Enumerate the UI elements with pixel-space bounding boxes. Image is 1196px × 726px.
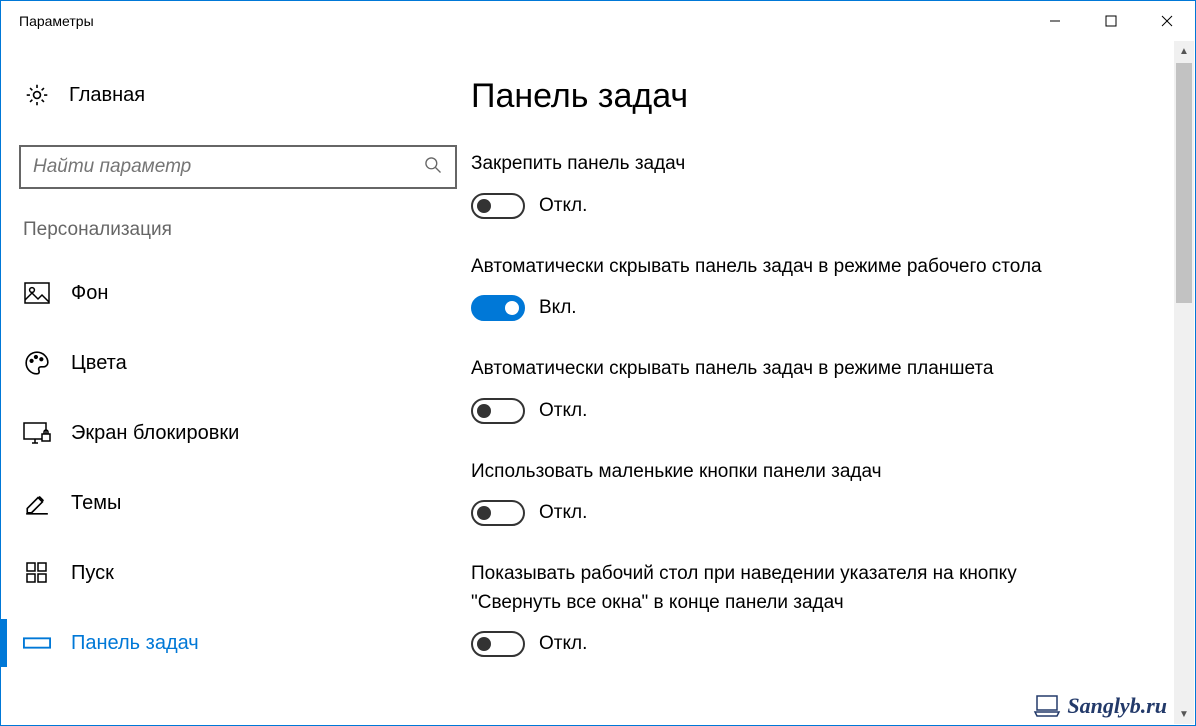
themes-icon [23, 489, 51, 517]
setting-autohide-desktop: Автоматически скрывать панель задач в ре… [471, 253, 1167, 322]
search-box[interactable] [19, 145, 457, 189]
minimize-button[interactable] [1027, 1, 1083, 41]
toggle-small-buttons[interactable] [471, 500, 525, 526]
window-controls [1027, 1, 1195, 41]
sidebar-item-label: Фон [71, 282, 108, 305]
setting-label: Автоматически скрывать панель задач в ре… [471, 355, 1101, 384]
sidebar: Главная Персонализация Фон [1, 41, 471, 725]
palette-icon [23, 349, 51, 377]
section-title: Персонализация [19, 219, 463, 241]
home-button[interactable]: Главная [19, 81, 463, 109]
toggle-state: Откл. [539, 633, 587, 655]
toggle-state: Вкл. [539, 297, 577, 319]
sidebar-item-background[interactable]: Фон [19, 263, 463, 323]
toggle-lock-taskbar[interactable] [471, 193, 525, 219]
taskbar-icon [23, 629, 51, 657]
sidebar-item-label: Панель задач [71, 632, 199, 655]
sidebar-item-label: Экран блокировки [71, 422, 239, 445]
watermark: Sanglyb.ru [1033, 693, 1167, 719]
toggle-state: Откл. [539, 400, 587, 422]
scrollbar-thumb[interactable] [1176, 63, 1192, 303]
watermark-text: Sanglyb.ru [1067, 693, 1167, 719]
monitor-lock-icon [23, 419, 51, 447]
home-label: Главная [69, 84, 145, 107]
sidebar-item-start[interactable]: Пуск [19, 543, 463, 603]
scrollbar[interactable]: ▲ ▼ [1174, 41, 1194, 724]
sidebar-item-colors[interactable]: Цвета [19, 333, 463, 393]
maximize-icon [1105, 15, 1117, 27]
start-icon [23, 559, 51, 587]
maximize-button[interactable] [1083, 1, 1139, 41]
sidebar-item-label: Пуск [71, 562, 114, 585]
toggle-state: Откл. [539, 502, 587, 524]
toggle-peek-desktop[interactable] [471, 631, 525, 657]
setting-label: Закрепить панель задач [471, 150, 1101, 179]
window-title: Параметры [19, 13, 94, 29]
setting-peek-desktop: Показывать рабочий стол при наведении ук… [471, 560, 1167, 657]
setting-autohide-tablet: Автоматически скрывать панель задач в ре… [471, 355, 1167, 424]
scrollbar-up-icon[interactable]: ▲ [1174, 41, 1194, 61]
toggle-autohide-tablet[interactable] [471, 398, 525, 424]
close-button[interactable] [1139, 1, 1195, 41]
setting-label: Автоматически скрывать панель задач в ре… [471, 253, 1101, 282]
close-icon [1161, 15, 1173, 27]
setting-label: Показывать рабочий стол при наведении ук… [471, 560, 1101, 617]
main-content: Панель задач Закрепить панель задач Откл… [471, 41, 1195, 725]
search-icon [423, 155, 443, 180]
laptop-icon [1033, 694, 1061, 718]
sidebar-item-label: Цвета [71, 352, 127, 375]
sidebar-item-lockscreen[interactable]: Экран блокировки [19, 403, 463, 463]
sidebar-item-label: Темы [71, 492, 121, 515]
setting-label: Использовать маленькие кнопки панели зад… [471, 458, 1101, 487]
page-title: Панель задач [471, 77, 1167, 116]
toggle-autohide-desktop[interactable] [471, 295, 525, 321]
minimize-icon [1049, 15, 1061, 27]
search-input[interactable] [33, 156, 423, 178]
setting-small-buttons: Использовать маленькие кнопки панели зад… [471, 458, 1167, 527]
titlebar: Параметры [1, 1, 1195, 41]
gear-icon [23, 81, 51, 109]
scrollbar-down-icon[interactable]: ▼ [1174, 704, 1194, 724]
toggle-state: Откл. [539, 195, 587, 217]
sidebar-item-themes[interactable]: Темы [19, 473, 463, 533]
picture-icon [23, 279, 51, 307]
setting-lock-taskbar: Закрепить панель задач Откл. [471, 150, 1167, 219]
sidebar-item-taskbar[interactable]: Панель задач [19, 613, 463, 673]
